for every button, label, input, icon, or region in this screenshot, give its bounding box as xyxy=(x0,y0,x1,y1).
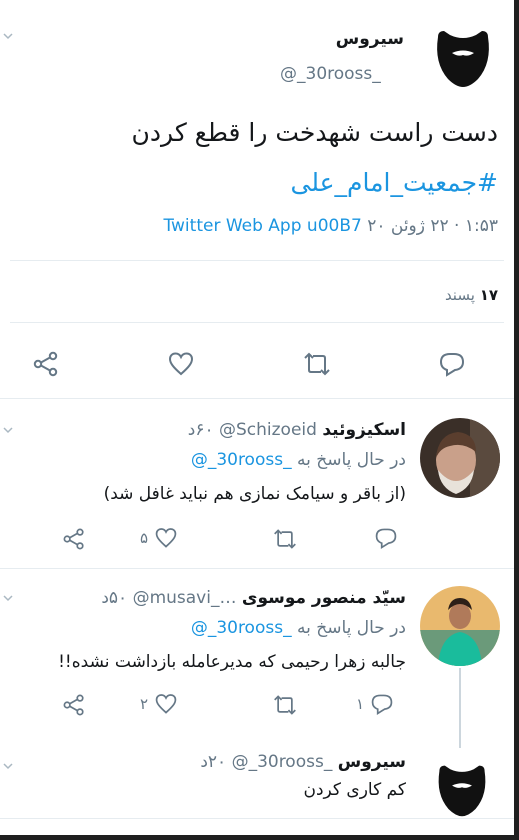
likes-count: ۱۷ xyxy=(479,286,498,304)
reply-like-count: ۲ xyxy=(140,695,149,713)
reply-header: اسکیزوئید @Schizoeid ۶۰د xyxy=(188,420,406,440)
reply-share-button[interactable] xyxy=(62,693,86,717)
thread-line xyxy=(459,668,461,748)
divider xyxy=(0,398,514,399)
divider xyxy=(0,568,514,569)
share-button[interactable] xyxy=(32,350,60,378)
reply-author-name[interactable]: سیّد منصور موسوی xyxy=(242,588,406,608)
reply-text: (از باقر و سیامک نمازی هم نباید غافل شد) xyxy=(103,484,406,504)
reply-avatar[interactable] xyxy=(434,762,490,818)
reply-time[interactable]: ۶۰د xyxy=(188,420,214,440)
like-icon xyxy=(155,694,177,714)
reply-reply-button[interactable] xyxy=(368,526,398,550)
chevron-down-icon[interactable] xyxy=(2,30,14,42)
replying-to-handle-link[interactable]: @_30rooss_ xyxy=(191,450,292,470)
reply-time[interactable]: ۲۰د xyxy=(200,752,226,772)
reply-icon xyxy=(375,528,397,549)
beard-avatar-icon xyxy=(438,765,486,817)
chevron-down-icon[interactable] xyxy=(2,760,14,772)
reply-author-handle[interactable]: @Schizoeid xyxy=(219,420,317,440)
replying-to-handle-link[interactable]: @_30rooss_ xyxy=(191,618,292,638)
replying-to-label: در حال پاسخ به xyxy=(296,618,406,638)
chevron-down-icon[interactable] xyxy=(2,592,14,604)
retweet-icon xyxy=(274,529,296,549)
reply-icon xyxy=(439,353,465,377)
reply-text: کم کاری کردن xyxy=(303,780,406,800)
replying-to: در حال پاسخ به @_30rooss_ xyxy=(191,450,406,470)
tweet-detail-screen: سیروس @_30rooss_ دست راست شهدخت را قطع ک… xyxy=(0,0,514,835)
reply-share-button[interactable] xyxy=(62,527,86,551)
chevron-down-icon[interactable] xyxy=(2,424,14,436)
divider xyxy=(10,260,504,261)
reply-author-handle[interactable]: @musavi_… xyxy=(133,588,237,608)
reply-button[interactable] xyxy=(438,350,466,378)
reply-like-button[interactable]: ۵ xyxy=(140,526,178,550)
tweet-hashtag-link[interactable]: #جمعیت_امام_علی xyxy=(291,168,498,197)
divider xyxy=(0,818,514,819)
reply-author-handle[interactable]: @_30rooss_ xyxy=(232,752,333,772)
like-button[interactable] xyxy=(167,350,195,378)
likes-label: پسند xyxy=(444,286,475,304)
author-avatar[interactable] xyxy=(432,27,494,89)
retweet-icon xyxy=(274,695,296,715)
reply-author-name[interactable]: اسکیزوئید xyxy=(322,420,406,440)
reply-like-count: ۵ xyxy=(140,529,149,547)
tweet-source-link[interactable]: Twitter Web App xyxy=(163,216,301,236)
share-icon xyxy=(63,528,84,550)
author-handle[interactable]: @_30rooss_ xyxy=(280,64,381,84)
reply-text: جالبه زهرا رحیمی که مدیرعامله بازداشت نش… xyxy=(58,652,406,672)
reply-author-name[interactable]: سیروس xyxy=(338,752,406,772)
retweet-icon xyxy=(304,352,330,376)
reply-reply-count: ۱ xyxy=(356,695,365,713)
replying-to-label: در حال پاسخ به xyxy=(296,450,406,470)
reply-reply-button[interactable]: ۱ xyxy=(356,692,394,716)
share-icon xyxy=(63,694,84,716)
reply-avatar[interactable] xyxy=(420,586,500,666)
reply-avatar[interactable] xyxy=(420,418,500,498)
reply-like-button[interactable]: ۲ xyxy=(140,692,178,716)
tweet-timestamp[interactable]: ۱:۵۳ · ۲۲ ژوئن ۲۰ xyxy=(367,216,498,236)
beard-avatar-icon xyxy=(437,31,489,87)
like-icon xyxy=(168,352,194,376)
reply-time[interactable]: ۵۰د xyxy=(101,588,127,608)
retweet-button[interactable] xyxy=(302,350,332,378)
reply-retweet-button[interactable] xyxy=(272,693,298,717)
tweet-meta: Twitter Web App u00B7 ۱:۵۳ · ۲۲ ژوئن ۲۰ xyxy=(163,216,498,236)
user-photo-avatar xyxy=(420,418,500,498)
reply-icon xyxy=(371,694,393,715)
reply-header: سیّد منصور موسوی @musavi_… ۵۰د xyxy=(101,588,406,608)
divider xyxy=(10,322,504,323)
tweet-text: دست راست شهدخت را قطع کردن xyxy=(131,118,498,147)
like-icon xyxy=(155,528,177,548)
user-photo-avatar xyxy=(420,586,500,666)
source-separator: u00B7 xyxy=(306,216,362,236)
replying-to: در حال پاسخ به @_30rooss_ xyxy=(191,618,406,638)
reply-retweet-button[interactable] xyxy=(272,527,298,551)
likes-summary[interactable]: ۱۷ پسند xyxy=(445,286,498,304)
share-icon xyxy=(33,351,58,377)
author-name[interactable]: سیروس xyxy=(336,29,404,49)
reply-header: سیروس @_30rooss_ ۲۰د xyxy=(200,752,406,772)
